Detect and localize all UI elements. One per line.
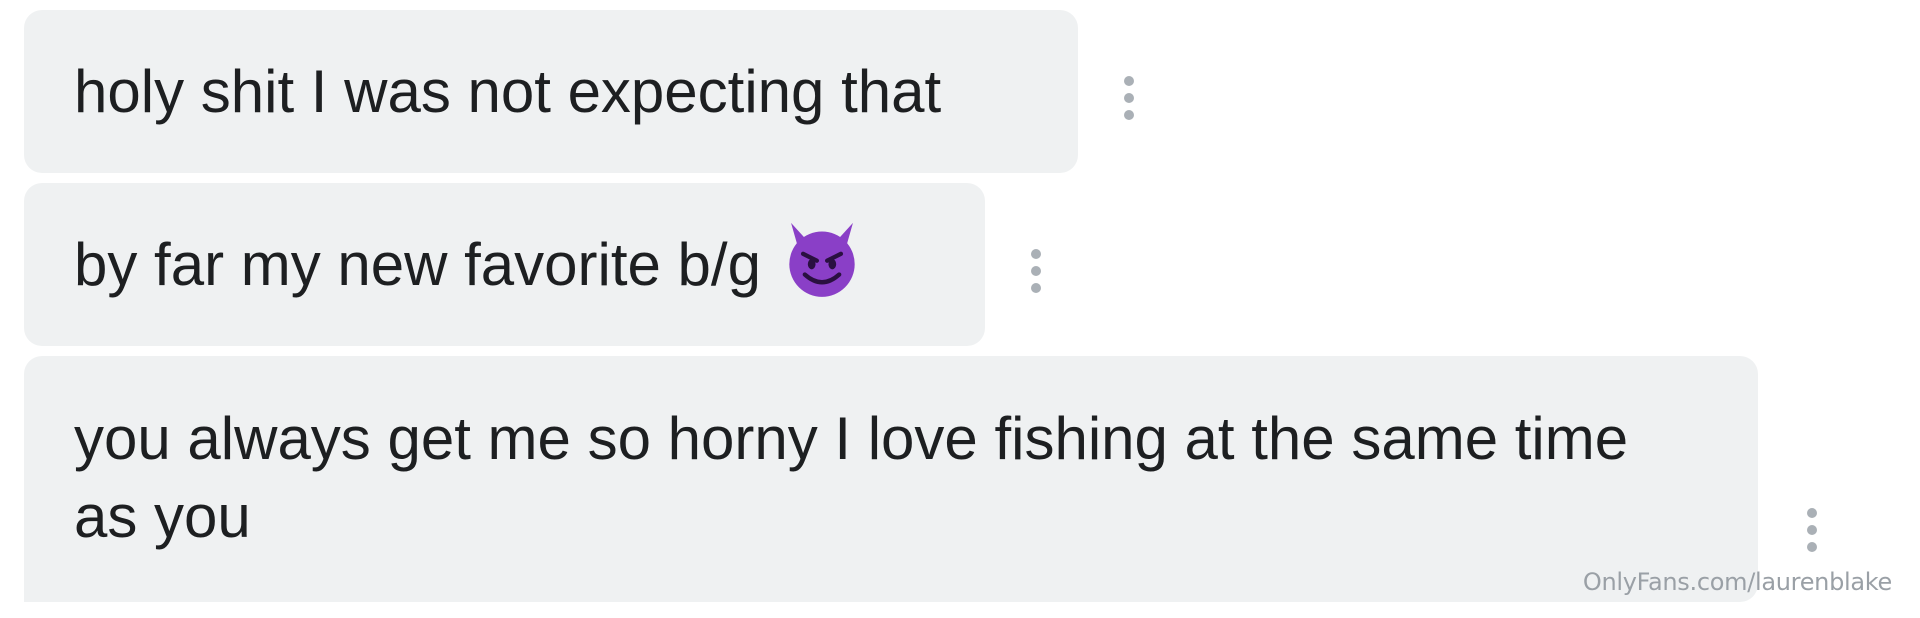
message-bubble[interactable]: by far my new favorite b/g (24, 183, 985, 346)
watermark-text: OnlyFans.com/laurenblake (1582, 568, 1892, 596)
message-options-icon[interactable] (1805, 508, 1819, 552)
message-text: by far my new favorite b/g (74, 230, 761, 298)
message-row: holy shit I was not expecting that (0, 10, 1136, 173)
message-bubble[interactable]: holy shit I was not expecting that (24, 10, 1078, 173)
message-bubble[interactable]: you always get me so horny I love fishin… (24, 356, 1758, 602)
chat-thread: holy shit I was not expecting that by fa… (0, 0, 1920, 618)
message-text: holy shit I was not expecting that (74, 57, 942, 125)
message-text: you always get me so horny I love fishin… (74, 405, 1629, 550)
message-row: you always get me so horny I love fishin… (0, 356, 1758, 602)
smiling-imp-emoji (789, 222, 855, 297)
message-options-icon[interactable] (1122, 75, 1136, 120)
message-row: by far my new favorite b/g (0, 183, 1043, 346)
message-options-icon[interactable] (1029, 248, 1043, 293)
